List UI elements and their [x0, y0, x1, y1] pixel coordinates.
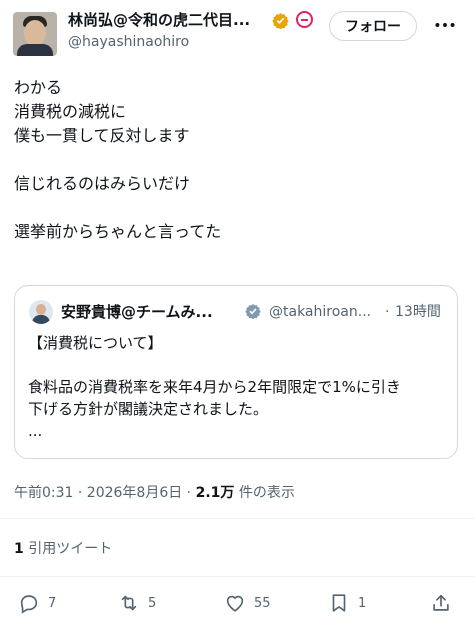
- tweet-meta: 午前0:31 · 2026年8月6日 · 2.1万 件の表示: [14, 483, 295, 503]
- tweet-line: [14, 196, 454, 220]
- tweet-timestamp[interactable]: 午前0:31 · 2026年8月6日 ·: [14, 485, 196, 501]
- retweet-count: 5: [148, 595, 157, 611]
- quoted-line: 【消費税について】: [28, 334, 163, 352]
- quoted-line: [28, 354, 448, 376]
- quote-tweets-count: 1: [14, 541, 24, 557]
- tweet-line: [14, 148, 454, 172]
- bookmark-button[interactable]: 1: [328, 590, 366, 616]
- tweet-line: 選挙前からちゃんと言ってた: [14, 222, 222, 241]
- views-label: 件の表示: [234, 485, 295, 501]
- share-button[interactable]: [430, 590, 452, 616]
- bookmark-count: 1: [358, 595, 367, 611]
- tweet-line: わかる: [14, 78, 63, 97]
- bookmark-icon: [332, 594, 346, 612]
- more-options-icon[interactable]: [432, 12, 458, 38]
- like-button[interactable]: 55: [224, 590, 271, 616]
- quote-tweets-link[interactable]: 1 引用ツイート: [14, 539, 112, 559]
- quoted-line: 下げる方針が閣議決定されました。: [28, 400, 269, 418]
- follow-button[interactable]: フォロー: [329, 11, 417, 41]
- tweet-line: 信じれるのはみらいだけ: [14, 174, 191, 193]
- reply-button[interactable]: 7: [18, 590, 56, 616]
- quoted-tweet-text: 【消費税について】 食料品の消費税率を来年4月から2年間限定で1%に引き 下げる…: [28, 332, 448, 442]
- heart-icon: [226, 595, 244, 612]
- retweet-icon: [121, 595, 137, 611]
- share-icon: [433, 594, 449, 611]
- quoted-author-name: 安野貴博@チームみ...: [61, 303, 213, 321]
- views-count: 2.1万: [195, 485, 235, 501]
- retweet-button[interactable]: 5: [118, 590, 156, 616]
- verified-badge-icon: [272, 13, 289, 29]
- separator-dot: ·: [385, 304, 390, 320]
- author-handle[interactable]: @hayashinaohiro: [68, 33, 189, 51]
- quoted-line: ...: [28, 422, 43, 440]
- divider: [0, 576, 475, 577]
- like-count: 55: [254, 595, 271, 611]
- reply-icon: [20, 595, 38, 614]
- quoted-line: 食料品の消費税率を来年4月から2年間限定で1%に引き: [28, 378, 401, 396]
- tweet-line: 消費税の減税に: [14, 102, 127, 121]
- divider: [0, 518, 475, 519]
- quoted-author-handle: @takahiroan...: [269, 304, 372, 320]
- quoted-author-avatar: [29, 300, 53, 324]
- tweet-line: 僕も一貫して反対します: [14, 126, 190, 145]
- affiliate-badge-icon: [296, 11, 313, 28]
- quoted-tweet-card[interactable]: 安野貴博@チームみ... @takahiroan... · 13時間 【消費税に…: [14, 285, 458, 459]
- author-avatar[interactable]: [13, 12, 57, 56]
- verified-badge-icon: [245, 304, 261, 319]
- quote-tweets-label: 引用ツイート: [23, 541, 113, 557]
- author-display-name[interactable]: 林尚弘@令和の虎二代目...: [68, 10, 250, 30]
- quoted-time: 13時間: [395, 304, 441, 320]
- tweet-text: わかる 消費税の減税に 僕も一貫して反対します 信じれるのはみらいだけ 選挙前か…: [14, 76, 454, 244]
- reply-count: 7: [48, 595, 57, 611]
